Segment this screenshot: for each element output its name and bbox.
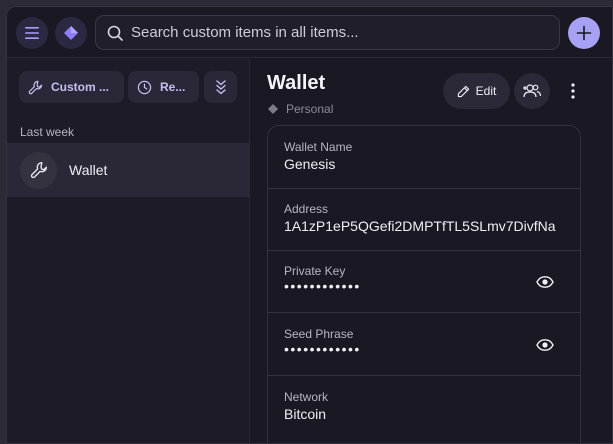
pencil-icon: [457, 85, 469, 97]
hamburger-icon: [25, 27, 39, 39]
reveal-seed-phrase-button[interactable]: [534, 334, 556, 356]
field-row-wallet-name[interactable]: Wallet Name Genesis: [268, 126, 580, 189]
fields-card: Wallet Name Genesis Address 1A1zP1eP5QGe…: [267, 125, 581, 443]
vault-diamond-icon: [268, 104, 278, 114]
item-list-panel: Custom ... Re... Last week Wallet: [7, 59, 250, 443]
field-value: Bitcoin: [284, 406, 327, 422]
wrench-icon: [28, 80, 43, 94]
item-title: Wallet: [267, 72, 326, 94]
field-value-masked: ••••••••••••: [284, 341, 361, 357]
share-button[interactable]: [514, 73, 550, 109]
eye-icon: [536, 339, 554, 351]
more-options-button[interactable]: [559, 77, 587, 105]
field-label: Network: [284, 390, 329, 404]
kebab-menu-icon: [571, 83, 575, 99]
more-filters-button[interactable]: [204, 71, 237, 103]
search-input[interactable]: [131, 24, 551, 41]
clock-icon: [137, 80, 152, 94]
vault-indicator: Personal: [268, 102, 333, 116]
edit-label: Edit: [475, 84, 497, 98]
section-label: Last week: [20, 125, 75, 139]
field-row-address[interactable]: Address 1A1zP1eP5QGefi2DMPTfTL5SLmv7Divf…: [268, 188, 580, 251]
vault-name: Personal: [286, 102, 334, 116]
item-icon: [20, 151, 57, 189]
wrench-icon: [30, 162, 47, 179]
menu-button[interactable]: [16, 17, 48, 49]
field-value-masked: ••••••••••••: [284, 278, 361, 294]
item-detail-panel: Wallet Personal Edit Wallet Name Genesis…: [251, 59, 612, 443]
field-label: Wallet Name: [284, 140, 353, 154]
vault-switcher-button[interactable]: [55, 17, 87, 49]
field-label: Private Key: [284, 264, 346, 278]
field-label: Address: [284, 202, 329, 216]
field-row-network[interactable]: Network Bitcoin: [268, 376, 580, 439]
search-bar[interactable]: [95, 15, 560, 50]
users-add-icon: [523, 84, 542, 98]
app-window: Custom ... Re... Last week Wallet: [6, 6, 613, 444]
reveal-private-key-button[interactable]: [534, 271, 556, 293]
field-value: Genesis: [284, 156, 336, 172]
sort-label: Re...: [160, 80, 186, 94]
type-filter-button[interactable]: Custom ...: [19, 71, 124, 103]
search-icon: [107, 25, 123, 41]
vault-diamond-icon: [64, 26, 78, 40]
sort-button[interactable]: Re...: [128, 71, 199, 103]
plus-icon: [576, 25, 592, 41]
chevrons-down-icon: [215, 80, 226, 95]
field-label: Seed Phrase: [284, 327, 354, 341]
new-item-button[interactable]: [568, 17, 600, 49]
list-item[interactable]: Wallet: [7, 143, 249, 197]
list-item-title: Wallet: [69, 162, 108, 178]
field-value: 1A1zP1eP5QGefi2DMPTfTL5SLmv7DivfNa: [284, 218, 556, 234]
eye-icon: [536, 276, 554, 288]
field-row-private-key[interactable]: Private Key ••••••••••••: [268, 250, 580, 313]
top-bar: [7, 7, 612, 58]
edit-button[interactable]: Edit: [443, 73, 510, 109]
field-row-seed-phrase[interactable]: Seed Phrase ••••••••••••: [268, 313, 580, 376]
type-filter-label: Custom ...: [51, 80, 110, 94]
